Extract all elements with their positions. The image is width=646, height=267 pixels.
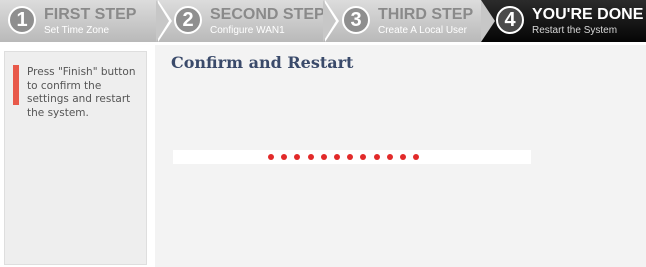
progress-dot: [413, 154, 420, 160]
progress-dot: [268, 154, 274, 160]
main-content: Confirm and Restart: [155, 45, 646, 267]
help-accent-bar: [13, 65, 19, 105]
step-2-subtitle: Configure WAN1: [210, 25, 285, 36]
wizard-step-bar: 1 FIRST STEP Set Time Zone 2 SECOND STEP…: [0, 0, 646, 42]
step-1-subtitle: Set Time Zone: [44, 25, 110, 36]
help-panel: Press "Finish" button to confirm the set…: [4, 51, 147, 265]
progress-dot: [347, 154, 354, 160]
page-title: Confirm and Restart: [171, 53, 354, 72]
step-1-title: FIRST STEP: [44, 6, 137, 23]
progress-dot: [386, 154, 393, 160]
step-4-title: YOU'RE DONE: [532, 6, 644, 23]
progress-dot: [399, 154, 406, 160]
wizard-step-4: 4 YOU'RE DONE Restart the System: [488, 0, 646, 42]
progress-dot: [373, 154, 380, 160]
progress-dot: [281, 154, 288, 160]
progress-dot: [333, 154, 340, 160]
progress-dots: [268, 154, 420, 160]
wizard-step-1: 1 FIRST STEP Set Time Zone: [0, 0, 160, 42]
step-4-number-icon: 4: [496, 6, 524, 34]
step-2-number-icon: 2: [174, 6, 202, 34]
wizard-step-2: 2 SECOND STEP Configure WAN1: [166, 0, 326, 42]
wizard-step-3: 3 THIRD STEP Create A Local User: [334, 0, 484, 42]
step-1-number-icon: 1: [8, 6, 36, 34]
restart-progress-indicator: [173, 150, 531, 164]
help-text: Press "Finish" button to confirm the set…: [27, 66, 136, 119]
progress-dot: [294, 154, 301, 160]
step-4-subtitle: Restart the System: [532, 25, 618, 36]
progress-dot: [307, 154, 314, 160]
progress-dot: [360, 154, 367, 160]
step-3-number-icon: 3: [342, 6, 370, 34]
step-3-title: THIRD STEP: [378, 6, 474, 23]
step-2-title: SECOND STEP: [210, 6, 325, 23]
progress-dot: [320, 154, 327, 160]
step-3-subtitle: Create A Local User: [378, 25, 467, 36]
